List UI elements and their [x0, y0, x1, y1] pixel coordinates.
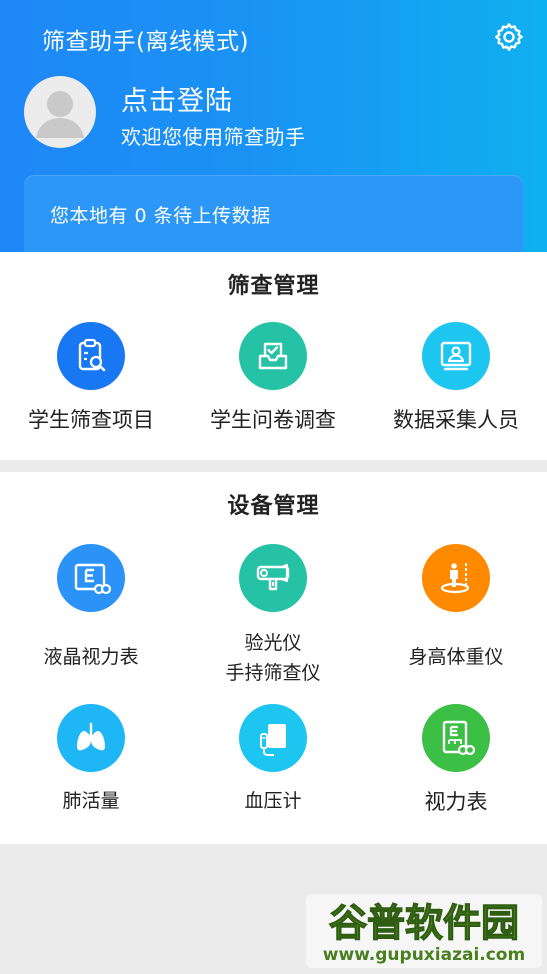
item-label: 身高体重仪 — [408, 646, 504, 668]
login-link[interactable]: 点击登陆 — [121, 79, 233, 118]
blood-pressure-monitor-icon — [239, 704, 307, 772]
clipboard-search-icon — [57, 322, 125, 390]
screening-management-section: 筛查管理 学生筛查项目 学生问卷调查 数据采集人员 — [0, 252, 547, 460]
questionnaire-tray-icon — [239, 322, 307, 390]
section-title-screening: 筛查管理 — [227, 274, 320, 299]
lungs-icon — [57, 704, 125, 772]
pending-upload-banner[interactable]: 您本地有 0 条待上传数据 — [24, 175, 523, 253]
data-collector-item[interactable]: 数据采集人员 — [365, 322, 547, 434]
eye-chart-item[interactable]: 视力表 — [365, 704, 547, 816]
item-label-line2: 手持筛查仪 — [225, 662, 321, 684]
settings-button[interactable] — [492, 20, 526, 54]
eye-chart-icon — [422, 704, 490, 772]
gear-icon — [495, 23, 523, 51]
monitor-person-icon — [422, 322, 490, 390]
avatar[interactable] — [24, 76, 96, 148]
site-watermark-logo: 谷普软件园 www.gupuxiazai.com — [300, 888, 547, 974]
item-label: 学生筛查项目 — [28, 408, 154, 432]
item-label: 视力表 — [424, 790, 488, 814]
eye-chart-screen-icon — [57, 544, 125, 612]
svg-text:www.gupuxiazai.com: www.gupuxiazai.com — [323, 945, 525, 965]
item-label: 学生问卷调查 — [210, 408, 336, 432]
height-scale-icon — [422, 544, 490, 612]
header: 筛查助手(离线模式) 点击登陆 欢迎您使用筛查助手 您本地有 0 条待上传数据 — [0, 0, 547, 253]
student-questionnaire-item[interactable]: 学生问卷调查 — [182, 322, 364, 434]
svg-text:谷普软件园: 谷普软件园 — [329, 901, 519, 945]
user-avatar-icon — [36, 91, 84, 138]
blood-pressure-monitor-item[interactable]: 血压计 — [182, 704, 364, 813]
welcome-text: 欢迎您使用筛查助手 — [121, 125, 306, 149]
pending-upload-text: 您本地有 0 条待上传数据 — [50, 205, 271, 227]
refractometer-item[interactable]: 验光仪 手持筛查仪 — [182, 544, 364, 688]
app-title: 筛查助手(离线模式) — [42, 29, 249, 55]
student-screening-project-item[interactable]: 学生筛查项目 — [0, 322, 182, 434]
handheld-refractor-icon — [239, 544, 307, 612]
lcd-eye-chart-item[interactable]: 液晶视力表 — [0, 544, 182, 669]
item-label: 肺活量 — [62, 790, 120, 812]
item-label-line1: 验光仪 — [244, 632, 302, 654]
device-management-section: 设备管理 液晶视力表 验光仪 手持筛查仪 身高体重仪 肺活量 血压计 视力表 — [0, 472, 547, 844]
section-title-devices: 设备管理 — [227, 494, 320, 519]
item-label: 数据采集人员 — [393, 408, 519, 432]
item-label: 血压计 — [244, 790, 302, 812]
height-weight-scale-item[interactable]: 身高体重仪 — [365, 544, 547, 669]
item-label: 液晶视力表 — [43, 646, 139, 668]
spirometer-item[interactable]: 肺活量 — [0, 704, 182, 813]
